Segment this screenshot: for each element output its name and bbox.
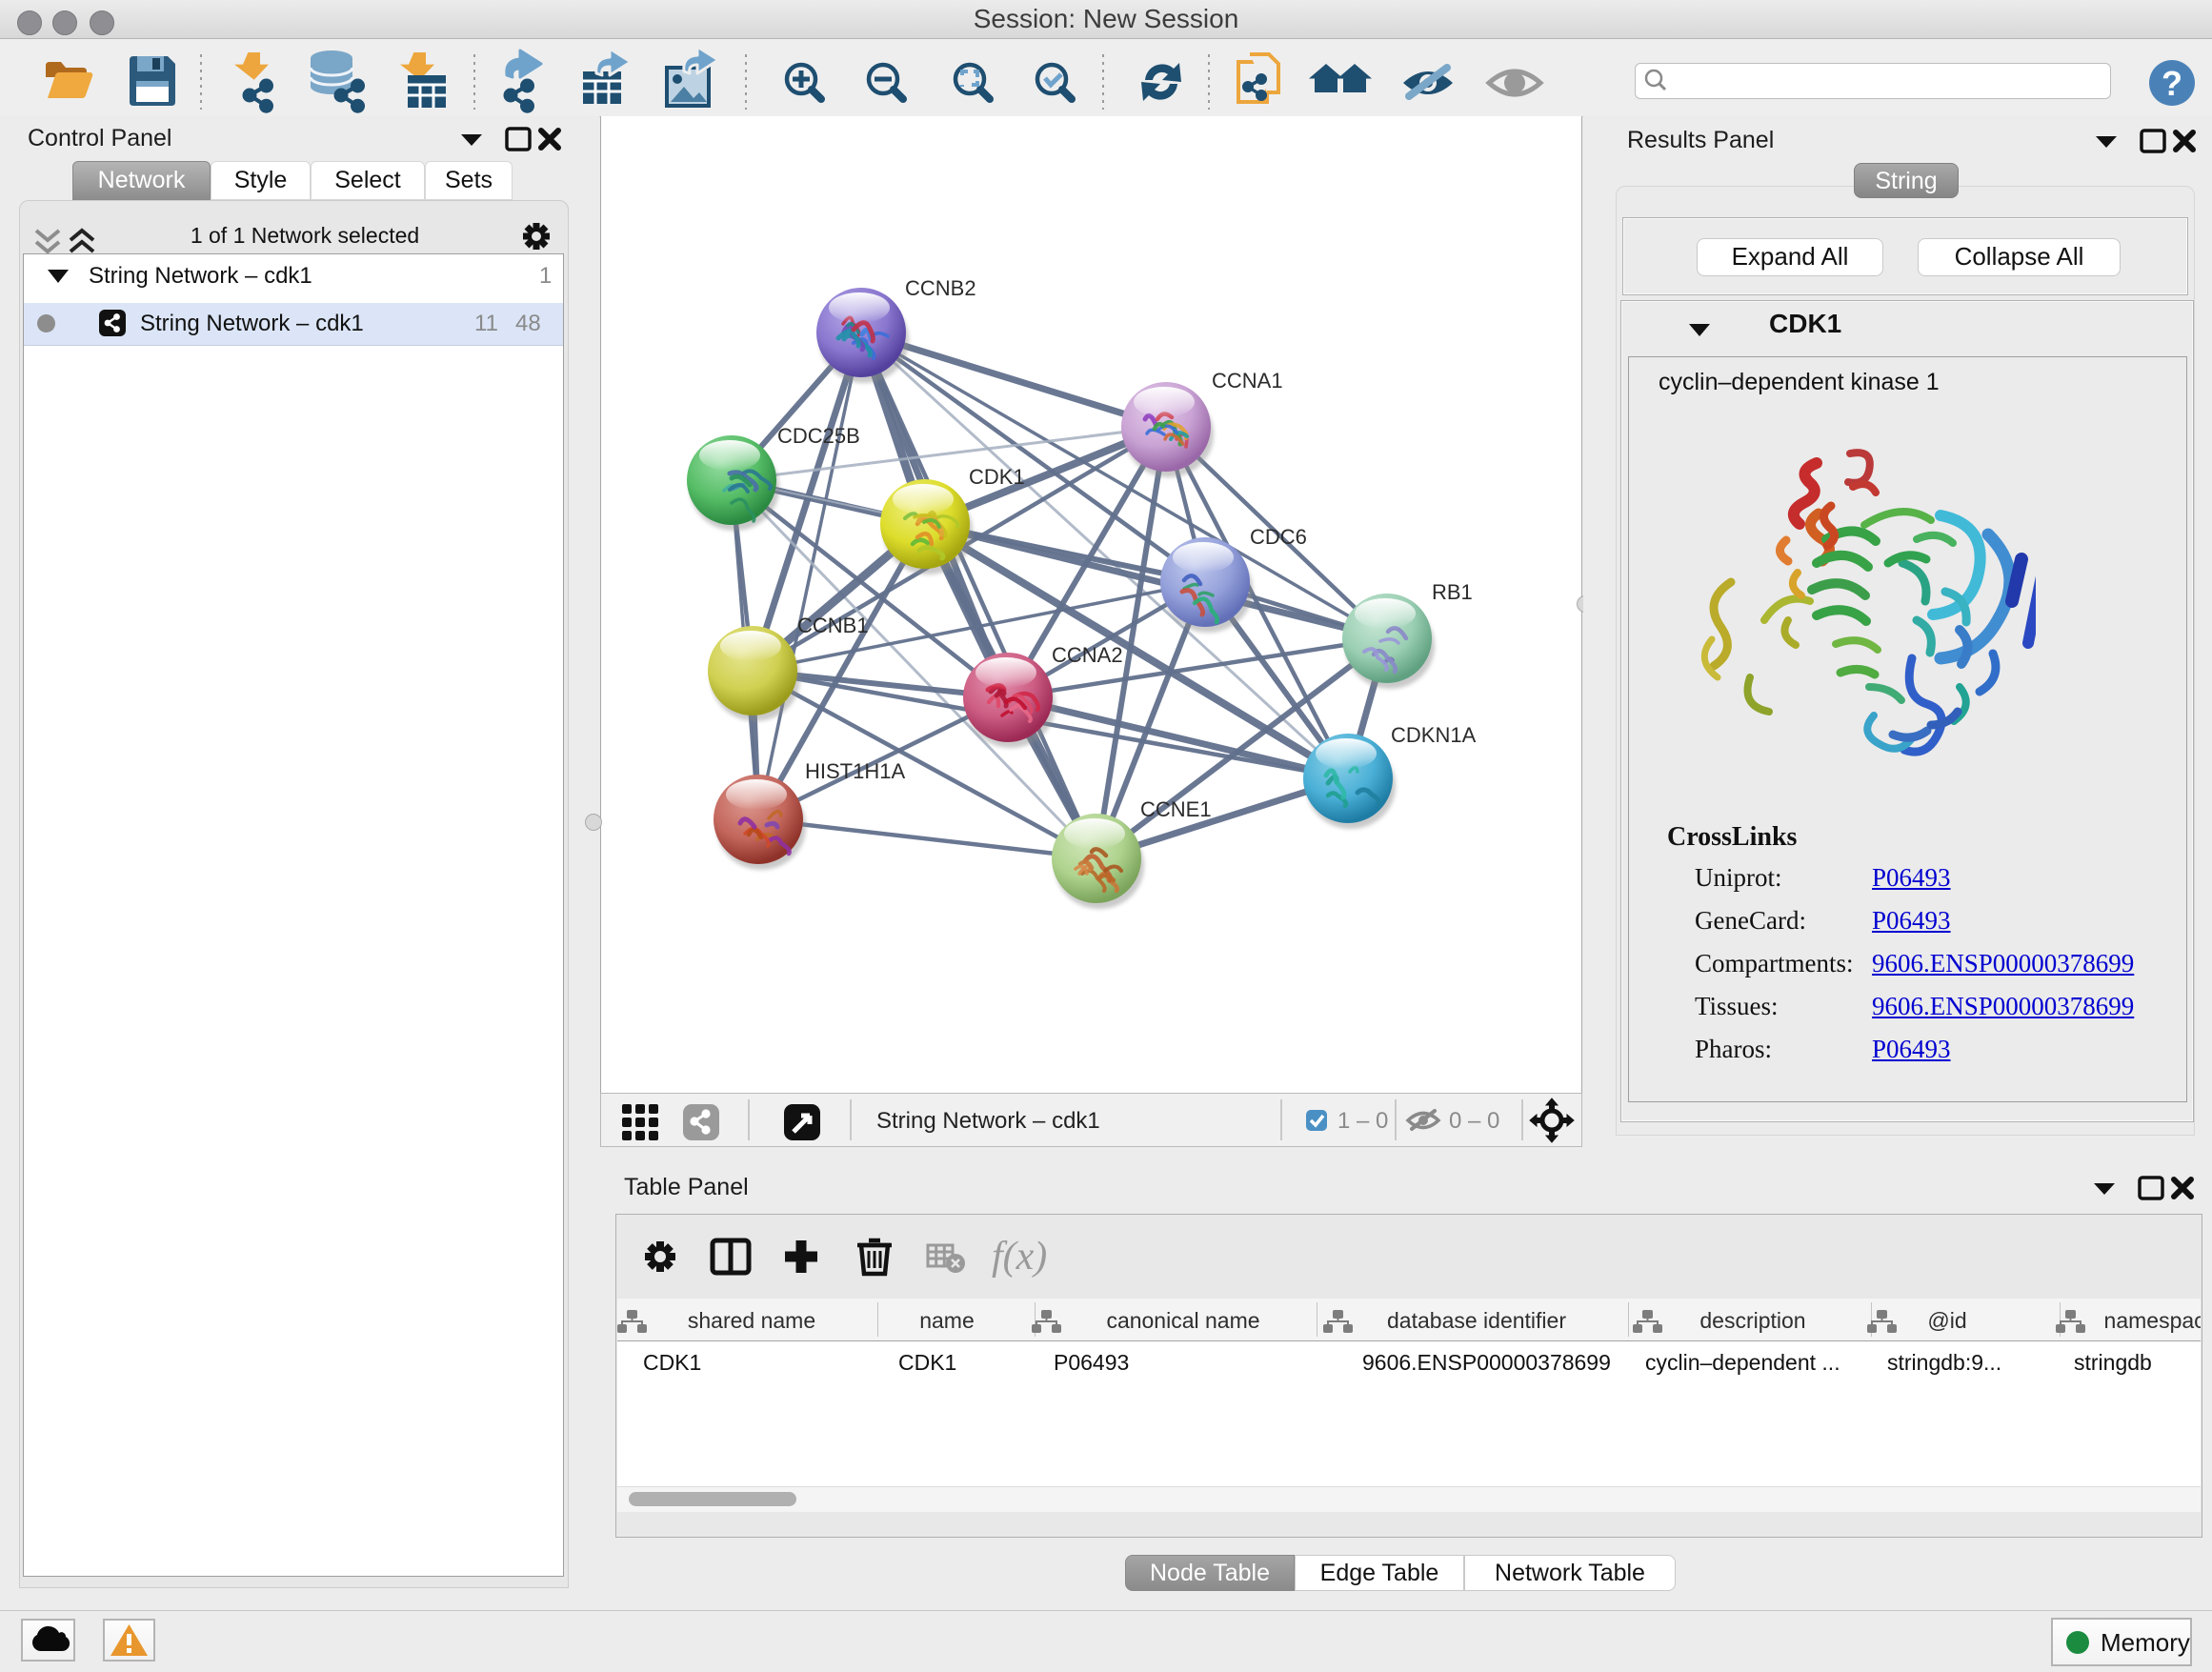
svg-text:cyclin–dependent ...: cyclin–dependent ... xyxy=(1645,1350,1840,1375)
svg-text:CDC6: CDC6 xyxy=(1250,525,1307,549)
svg-text:CCNB2: CCNB2 xyxy=(905,276,976,300)
svg-text:HIST1H1A: HIST1H1A xyxy=(805,759,905,783)
svg-text:canonical name: canonical name xyxy=(1106,1308,1259,1333)
svg-text:namespace: namespace xyxy=(2104,1308,2201,1333)
svg-text:CDK1: CDK1 xyxy=(898,1350,956,1375)
svg-text:String Network – cdk1: String Network – cdk1 xyxy=(876,1108,1100,1134)
svg-text:CCNA1: CCNA1 xyxy=(1212,369,1283,393)
svg-text:f(x): f(x) xyxy=(992,1235,1047,1279)
svg-text:CCNE1: CCNE1 xyxy=(1140,797,1212,821)
svg-text:shared name: shared name xyxy=(688,1308,815,1333)
svg-text:CDK1: CDK1 xyxy=(643,1350,701,1375)
svg-text:9606.ENSP00000378699: 9606.ENSP00000378699 xyxy=(1362,1350,1611,1375)
svg-text:database identifier: database identifier xyxy=(1387,1308,1566,1333)
svg-text:stringdb:9...: stringdb:9... xyxy=(1887,1350,2001,1375)
svg-text:@id: @id xyxy=(1927,1308,1966,1333)
svg-text:name: name xyxy=(919,1308,975,1333)
svg-text:CDK1: CDK1 xyxy=(969,465,1025,489)
svg-text:CDC25B: CDC25B xyxy=(777,424,860,448)
svg-text:CCNB1: CCNB1 xyxy=(797,614,869,637)
svg-text:description: description xyxy=(1699,1308,1805,1333)
svg-text:P06493: P06493 xyxy=(1054,1350,1129,1375)
svg-text:RB1: RB1 xyxy=(1432,580,1473,604)
svg-text:0 – 0: 0 – 0 xyxy=(1449,1108,1499,1134)
svg-text:CDKN1A: CDKN1A xyxy=(1391,723,1477,747)
svg-text:stringdb: stringdb xyxy=(2074,1350,2152,1375)
svg-text:1 – 0: 1 – 0 xyxy=(1337,1108,1388,1134)
svg-text:CCNA2: CCNA2 xyxy=(1052,643,1123,667)
svg-text:?: ? xyxy=(2162,64,2182,103)
